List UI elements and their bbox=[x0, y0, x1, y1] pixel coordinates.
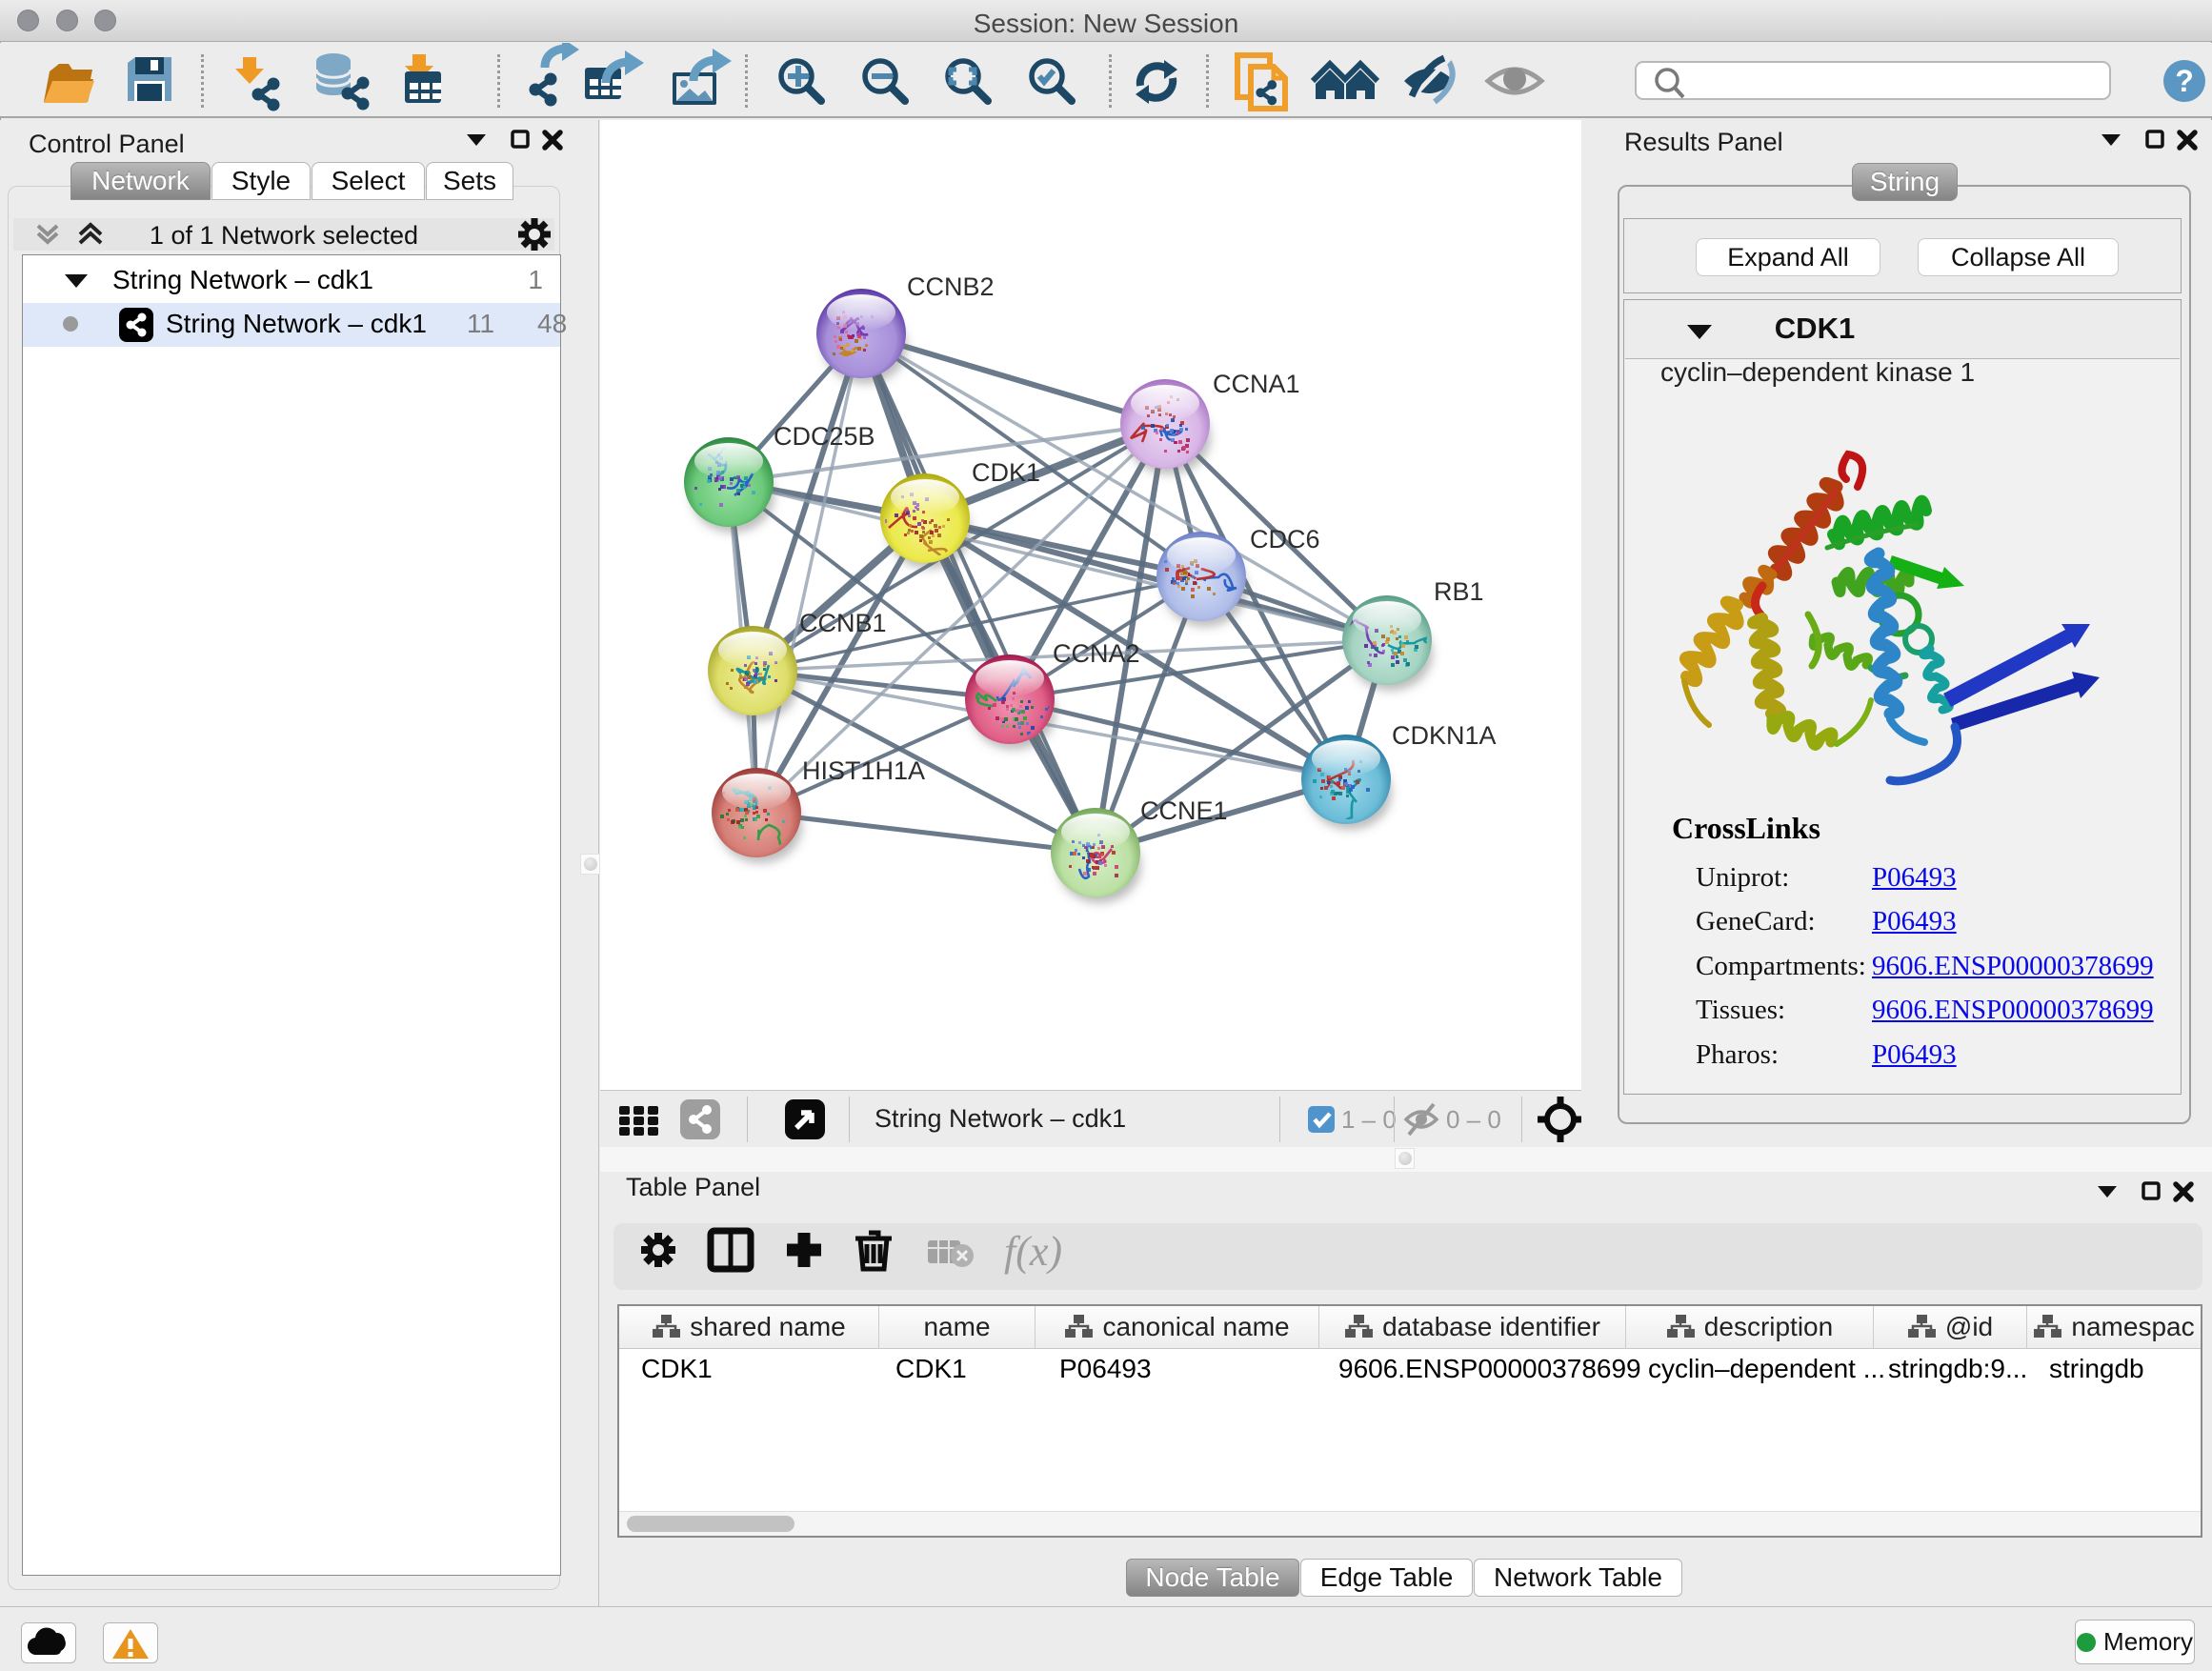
svg-text:f(x): f(x) bbox=[1004, 1228, 1062, 1275]
svg-text:HIST1H1A: HIST1H1A bbox=[802, 756, 925, 785]
svg-text:CDK1: CDK1 bbox=[972, 458, 1040, 487]
svg-text:CCNB1: CCNB1 bbox=[799, 609, 887, 637]
svg-text:?: ? bbox=[2175, 64, 2194, 98]
svg-text:CDC25B: CDC25B bbox=[774, 422, 875, 451]
svg-text:CCNE1: CCNE1 bbox=[1140, 796, 1228, 825]
svg-text:CCNA2: CCNA2 bbox=[1053, 639, 1140, 668]
svg-text:CCNA1: CCNA1 bbox=[1213, 370, 1300, 398]
svg-text:CDC6: CDC6 bbox=[1250, 525, 1320, 554]
svg-text:RB1: RB1 bbox=[1434, 577, 1484, 606]
svg-text:CCNB2: CCNB2 bbox=[907, 272, 995, 301]
svg-text:CDKN1A: CDKN1A bbox=[1392, 721, 1497, 750]
